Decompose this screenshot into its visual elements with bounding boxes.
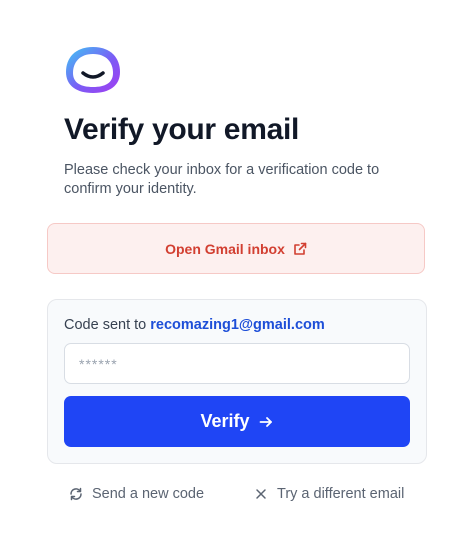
close-icon [254, 487, 268, 501]
verify-button-label: Verify [200, 411, 250, 431]
external-link-icon [293, 242, 307, 256]
smiling-face-logo-icon [63, 44, 123, 96]
page-title: Verify your email [64, 113, 300, 146]
code-sent-prefix: Code sent to [64, 317, 147, 333]
code-sent-text: Code sent to recomazing1@gmail.com [64, 317, 325, 333]
open-gmail-inbox-button[interactable]: Open Gmail inbox [47, 223, 425, 274]
footer-actions: Send a new code Try a different email [0, 486, 475, 508]
verify-button[interactable]: Verify [64, 396, 410, 447]
verification-code-card: Code sent to recomazing1@gmail.com Verif… [47, 299, 427, 464]
send-new-code-label: Send a new code [92, 486, 205, 502]
verification-code-input[interactable] [64, 343, 410, 384]
try-different-email-button[interactable]: Try a different email [254, 486, 404, 502]
open-gmail-inbox-label: Open Gmail inbox [165, 240, 285, 257]
page-subtitle: Please check your inbox for a verificati… [64, 162, 380, 197]
try-different-email-label: Try a different email [277, 486, 405, 502]
code-sent-email: recomazing1@gmail.com [150, 317, 325, 333]
send-new-code-button[interactable]: Send a new code [69, 486, 204, 502]
verify-email-page: Verify your email Please check your inbo… [0, 0, 475, 538]
arrow-right-icon [258, 414, 274, 430]
refresh-icon [69, 487, 83, 501]
